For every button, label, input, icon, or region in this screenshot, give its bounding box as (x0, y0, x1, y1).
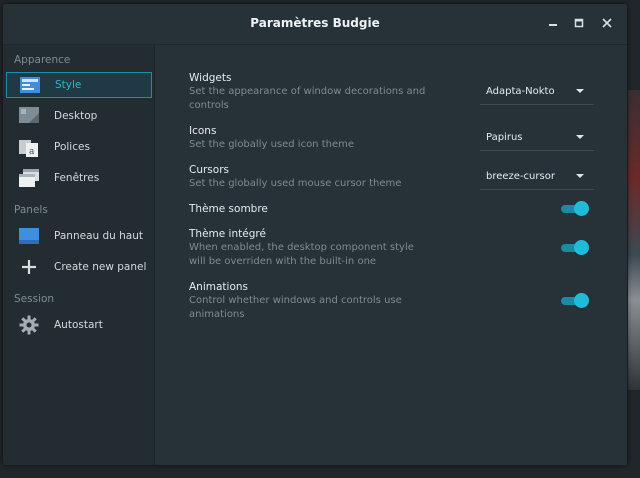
panel-icon (18, 226, 40, 246)
chevron-down-icon (576, 135, 584, 139)
desktop-icon (18, 106, 40, 126)
sidebar-section-appearance: Apparence (14, 54, 71, 66)
sidebar-item-label: Polices (54, 141, 90, 153)
toggle-knob (574, 201, 589, 216)
widgets-description: Set the appearance of window decorations… (189, 86, 426, 111)
sidebar-item-label: Fenêtres (54, 172, 100, 184)
dark-theme-toggle[interactable] (561, 201, 589, 217)
integrated-theme-toggle[interactable] (561, 240, 589, 256)
sidebar-section-session: Session (14, 293, 55, 305)
dark-theme-title: Thème sombre (189, 203, 268, 215)
animations-description: Control whether windows and controls use… (189, 295, 402, 320)
sidebar-section-panels: Panels (14, 204, 48, 216)
sidebar-item-windows[interactable]: Fenêtres (6, 165, 152, 191)
cursors-setting: Cursors Set the globally used mouse curs… (189, 163, 429, 191)
maximize-icon (574, 18, 584, 28)
window-title: Paramètres Budgie (250, 16, 380, 30)
cursors-description: Set the globally used mouse cursor theme (189, 178, 402, 189)
cursors-title: Cursors (189, 164, 229, 176)
titlebar: Paramètres Budgie (3, 4, 627, 45)
dark-theme-setting: Thème sombre (189, 202, 268, 216)
close-button[interactable] (598, 14, 616, 32)
sidebar-item-fonts[interactable]: a Polices (6, 134, 152, 160)
sidebar-item-style[interactable]: Style (6, 72, 152, 98)
gear-icon (18, 315, 40, 335)
integrated-theme-title: Thème intégré (189, 228, 266, 240)
animations-title: Animations (189, 281, 249, 293)
sidebar-item-autostart[interactable]: Autostart (6, 312, 152, 338)
animations-toggle[interactable] (561, 293, 589, 309)
widgets-theme-dropdown[interactable]: Adapta-Nokto (480, 79, 594, 105)
chevron-down-icon (576, 89, 584, 93)
cursor-theme-value: breeze-cursor (486, 171, 555, 182)
sidebar: Apparence Style Desktop a Polices Fenêtr… (3, 45, 155, 465)
sidebar-item-label: Create new panel (54, 261, 147, 273)
sidebar-item-desktop[interactable]: Desktop (6, 103, 152, 129)
animations-setting: Animations Control whether windows and c… (189, 280, 429, 322)
desktop-background: Paramètres Budgie Apparence Style Deskto… (0, 0, 640, 478)
toggle-knob (574, 240, 589, 255)
fonts-icon: a (18, 137, 40, 157)
style-icon (19, 75, 41, 95)
integrated-theme-setting: Thème intégré When enabled, the desktop … (189, 227, 429, 269)
sidebar-item-create-panel[interactable]: Create new panel (6, 254, 152, 280)
plus-icon (18, 257, 40, 277)
close-icon (602, 18, 612, 28)
minimize-icon (549, 24, 557, 26)
cursor-theme-dropdown[interactable]: breeze-cursor (480, 164, 594, 190)
sidebar-item-top-panel[interactable]: Panneau du haut (6, 223, 152, 249)
sidebar-item-label: Panneau du haut (54, 230, 144, 242)
sidebar-item-label: Style (55, 79, 82, 91)
settings-content: Widgets Set the appearance of window dec… (155, 45, 627, 465)
integrated-theme-description: When enabled, the desktop component styl… (189, 242, 414, 267)
sidebar-item-label: Autostart (54, 319, 103, 331)
widgets-setting: Widgets Set the appearance of window dec… (189, 71, 429, 113)
chevron-down-icon (576, 174, 584, 178)
desktop-wallpaper-fragment (628, 90, 640, 390)
widgets-title: Widgets (189, 72, 232, 84)
icons-title: Icons (189, 125, 217, 137)
icons-description: Set the globally used icon theme (189, 139, 355, 150)
sidebar-item-label: Desktop (54, 110, 98, 122)
widgets-theme-value: Adapta-Nokto (486, 86, 555, 97)
svg-text:a: a (29, 147, 35, 157)
icons-setting: Icons Set the globally used icon theme (189, 124, 429, 152)
icon-theme-value: Papirus (486, 132, 523, 143)
maximize-button[interactable] (570, 14, 588, 32)
minimize-button[interactable] (544, 14, 562, 32)
settings-window: Paramètres Budgie Apparence Style Deskto… (3, 4, 627, 465)
toggle-knob (574, 293, 589, 308)
windows-icon (18, 168, 40, 188)
icon-theme-dropdown[interactable]: Papirus (480, 125, 594, 151)
